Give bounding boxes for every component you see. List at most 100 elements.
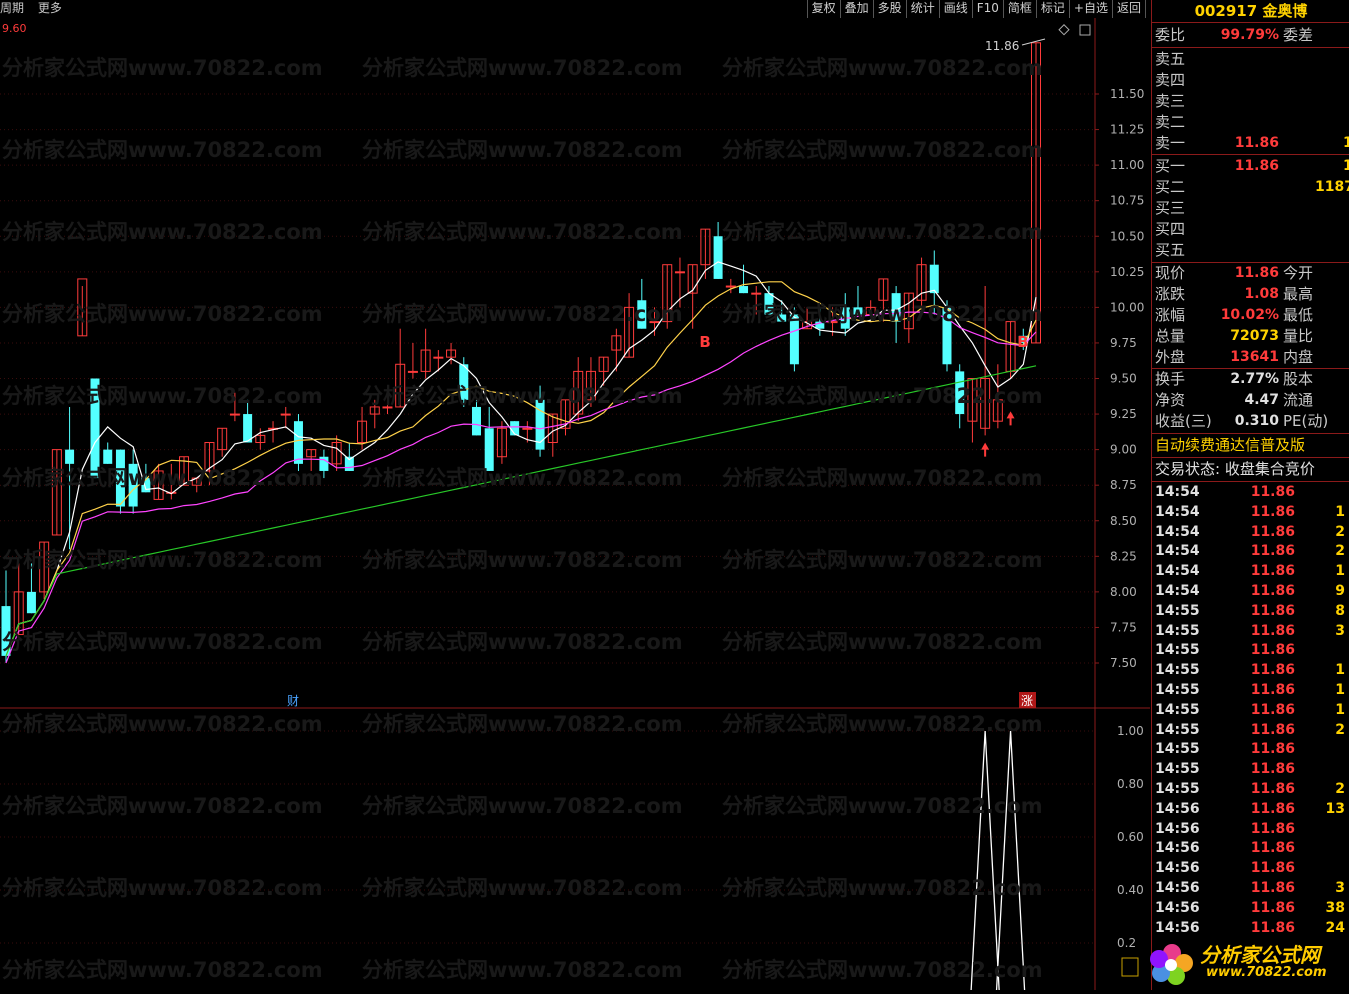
site-logo: 分析家公式网 www.70822.com (1142, 935, 1349, 990)
stock-name: 金奥博 (1262, 2, 1308, 20)
draw-line-button[interactable]: 画线 (938, 0, 972, 18)
tick-time: 14:56 (1155, 820, 1200, 837)
window-icon (1079, 24, 1091, 36)
back-button[interactable]: 返回 (1111, 0, 1146, 18)
tick-row: 14:55 11.86 1 (1155, 700, 1345, 720)
candle-body (713, 236, 723, 279)
stat-value: 11.86 (1234, 265, 1279, 281)
tick-time: 14:55 (1155, 662, 1200, 679)
tick-time: 14:54 (1155, 484, 1200, 500)
tick-price: 11.86 (1250, 682, 1295, 698)
tick-time: 14:55 (1155, 642, 1200, 659)
price-tick-label: 11.50 (1110, 87, 1144, 101)
tick-price: 11.86 (1250, 484, 1295, 500)
up-arrow-icon (981, 442, 990, 457)
tick-row: 14:54 11.86 1 (1155, 502, 1345, 522)
sell-level-row: 卖五 (1155, 49, 1349, 70)
buy-level-label: 买一 (1155, 157, 1186, 175)
toolbar-buttons: 复权 叠加 多股 统计 画线 F10 简框 标记 +自选 返回 (806, 0, 1146, 18)
candle-body (280, 413, 291, 416)
tick-row: 14:54 11.86 2 (1155, 541, 1345, 561)
limit-up-event-label: 涨 (1021, 693, 1033, 708)
tick-price: 11.86 (1250, 741, 1295, 758)
price-tick-label: 8.50 (1110, 514, 1137, 528)
buy1-price: 11.86 (1234, 158, 1279, 174)
corner-glyph (1121, 957, 1139, 977)
fundamental-row: 收益(三) 0.310 PE(动) (1155, 411, 1349, 432)
tick-price: 11.86 (1250, 880, 1295, 896)
candle-body (739, 286, 749, 294)
tick-price: 11.86 (1250, 701, 1295, 718)
tick-volume: 9 (1335, 583, 1345, 599)
tick-price: 11.86 (1250, 840, 1295, 857)
tick-volume: 2 (1335, 721, 1345, 738)
f10-button[interactable]: F10 (971, 0, 1003, 18)
price-tick-label: 10.25 (1110, 265, 1144, 279)
tick-volume: 1 (1335, 563, 1345, 580)
buy-level-row: 买二 11873 (1155, 177, 1349, 198)
tick-volume: 2 (1335, 543, 1345, 560)
more-menu[interactable]: 更多 (38, 1, 62, 15)
candle-body (929, 264, 939, 294)
sell1-volume: 12 (1343, 135, 1349, 151)
diamond-icon (1058, 24, 1070, 36)
tick-price: 11.86 (1250, 662, 1295, 679)
adjust-button[interactable]: 复权 (806, 0, 840, 18)
tick-volume: 3 (1335, 622, 1345, 639)
overlay-button[interactable]: 叠加 (839, 0, 873, 18)
tick-time: 14:55 (1155, 701, 1200, 718)
buy-level-label: 买五 (1155, 241, 1186, 259)
mark-button[interactable]: 标记 (1035, 0, 1069, 18)
buy-signal-marker: B (1017, 333, 1028, 351)
tick-row: 14:54 11.86 2 (1155, 522, 1345, 542)
simple-frame-button[interactable]: 简框 (1002, 0, 1036, 18)
tick-price: 11.86 (1250, 523, 1295, 540)
tick-row: 14:56 11.86 13 (1155, 799, 1345, 819)
tick-time: 14:55 (1155, 682, 1200, 698)
tick-row: 14:55 11.86 1 (1155, 680, 1345, 700)
tick-time: 14:55 (1155, 622, 1200, 639)
last-price-label: 11.86 (985, 39, 1019, 53)
candle-body (789, 314, 799, 365)
tick-row: 14:55 11.86 2 (1155, 779, 1345, 799)
statistics-button[interactable]: 统计 (905, 0, 939, 18)
quote-stat-row: 外盘 13641 内盘 (1155, 347, 1349, 368)
sell-level-label: 卖四 (1155, 71, 1186, 89)
tick-row: 14:56 11.86 (1155, 819, 1345, 839)
multi-stock-button[interactable]: 多股 (872, 0, 906, 18)
promo-text[interactable]: 自动续费通达信普及版 (1155, 435, 1349, 456)
divider (1152, 154, 1349, 155)
period-menu[interactable]: 周期 (0, 1, 24, 15)
price-tick-label: 9.00 (1110, 443, 1137, 457)
candle-body (725, 285, 736, 288)
tick-time: 14:56 (1155, 880, 1200, 896)
tick-row: 14:55 11.86 (1155, 739, 1345, 759)
tick-row: 14:54 11.86 (1155, 482, 1345, 502)
stat-label: 涨跌 (1155, 285, 1186, 303)
logo-title: 分析家公式网 (1200, 943, 1320, 967)
add-watchlist-button[interactable]: +自选 (1068, 0, 1112, 18)
weicha-label: 委差 (1283, 26, 1314, 44)
indicator-tick-label: 0.2 (1117, 936, 1136, 950)
tick-row: 14:54 11.86 1 (1155, 561, 1345, 581)
tick-time: 14:55 (1155, 781, 1200, 797)
stat-value: 10.02% (1220, 307, 1279, 323)
quote-stat-row: 现价 11.86 今开 (1155, 263, 1349, 284)
buy-level-row: 买五 (1155, 240, 1349, 261)
sell1-price: 11.86 (1234, 135, 1279, 151)
tick-time: 14:55 (1155, 741, 1200, 758)
tick-row: 14:55 11.86 3 (1155, 621, 1345, 641)
tick-price: 11.86 (1250, 503, 1295, 520)
weibi-row: 委比 99.79% 委差 (1155, 25, 1349, 46)
stat-label-2: 内盘 (1283, 348, 1314, 366)
candle-body (382, 406, 393, 409)
sell-level-row: 卖二 (1155, 112, 1349, 133)
tick-row: 14:54 11.86 9 (1155, 581, 1345, 601)
kline-chart[interactable]: 11.50 11.25 11.00 10.75 10.50 10.25 10.00 9.75 9… (0, 18, 1150, 990)
tick-volume: 1 (1335, 682, 1345, 698)
tick-row: 14:55 11.86 8 (1155, 601, 1345, 621)
tick-price: 11.86 (1250, 543, 1295, 560)
buy1-volume: 12 (1343, 158, 1349, 174)
sell-level-row: 卖三 (1155, 91, 1349, 112)
tick-volume: 13 (1325, 800, 1345, 817)
